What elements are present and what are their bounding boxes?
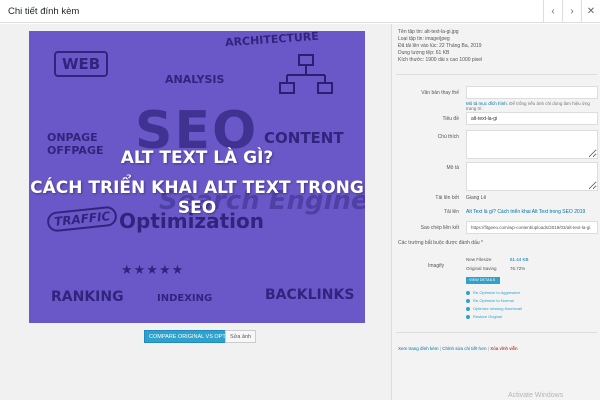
view-details-button[interactable]: VIEW DETAILS [466, 277, 500, 284]
option-dot-icon [466, 306, 470, 311]
bottom-actions: Xem trang đính kèm | Chỉnh sửa chi tiết … [398, 346, 517, 351]
uploaded-by-label: Tải lên bởi [435, 195, 459, 201]
option-dot-icon [466, 290, 470, 295]
doodle-architecture: ARCHITECTURE [224, 31, 320, 50]
description-label: Mô tả [446, 165, 459, 171]
alt-text-help: Mô tả mục đích hình. Để trống nếu ảnh ch… [466, 101, 600, 111]
architecture-diagram-doodle [279, 54, 333, 94]
original-saving-value: 76.72% [510, 266, 526, 271]
doodle-stars: ★★★★★ [121, 263, 185, 278]
restore-original-option[interactable]: Restore Original [466, 314, 502, 319]
alt-text-label: Văn bản thay thế [421, 90, 459, 96]
doodle-analysis: ANALYSIS [165, 73, 225, 86]
modal-title: Chi tiết đính kèm [8, 5, 80, 17]
copy-link-input[interactable] [466, 221, 598, 234]
close-icon[interactable]: ✕ [581, 0, 600, 23]
doodle-ranking: RANKING [51, 289, 124, 305]
option-label: Optimize missing thumbnail [473, 306, 522, 311]
description-textarea[interactable] [466, 162, 598, 191]
new-filesize-label: New Filesize [466, 257, 492, 262]
divider [396, 74, 597, 75]
divider [396, 332, 597, 333]
separator: | [487, 346, 489, 351]
file-name: Tên tập tin: alt-text-la-gi.jpg [398, 29, 459, 35]
title-label: Tiêu đề [442, 116, 460, 122]
separator: | [439, 346, 441, 351]
option-dot-icon [466, 314, 470, 319]
required-note: Các trường bắt buộc được đánh dấu * [398, 240, 483, 246]
original-saving-label: Original Saving [466, 266, 497, 271]
doodle-content: CONTENT [264, 129, 344, 147]
file-type: Loại tập tin: image/jpeg [398, 36, 450, 42]
image-dimensions: Kích thước: 1900 dài x cao 1000 pixel [398, 57, 483, 63]
previous-arrow-icon[interactable]: ‹ [543, 0, 562, 23]
option-dot-icon [466, 298, 470, 303]
uploaded-to-label: Tải lên [443, 209, 459, 215]
option-label: Restore Original [473, 314, 502, 319]
uploaded-date: Đã tải lên vào lúc: 22 Tháng Ba, 2019 [398, 43, 482, 49]
alt-text-input[interactable] [466, 86, 598, 99]
copy-link-label: Sao chép liên kết [420, 225, 459, 231]
reoptimize-normal-option[interactable]: Re-Optimize to Normal [466, 298, 514, 303]
optimize-missing-thumbnail-option[interactable]: Optimize missing thumbnail [466, 306, 522, 311]
view-attachment-page-link[interactable]: Xem trang đính kèm [398, 346, 439, 351]
modal-header: Chi tiết đính kèm ‹ › ✕ [0, 0, 600, 23]
option-label: Re-Optimize to Normal [473, 298, 514, 303]
attachment-info-panel: Tên tập tin: alt-text-la-gi.jpg Loại tập… [391, 24, 600, 400]
doodle-backlinks: BACKLINKS [265, 287, 355, 303]
file-size: Dung lượng tệp: 61 KB [398, 50, 450, 56]
activate-windows-watermark: Activate Windows [508, 392, 564, 399]
reoptimize-aggressive-option[interactable]: Re-Optimize to Aggressive [466, 290, 520, 295]
image-headline-line1: ALT TEXT LÀ GÌ? [120, 148, 274, 168]
image-headline-line2: CÁCH TRIỂN KHAI ALT TEXT TRONG SEO [30, 178, 364, 218]
uploaded-by-value: Giang Lê [466, 195, 487, 201]
doodle-indexing: INDEXING [157, 293, 213, 304]
image-preview-panel: WEB ARCHITECTURE ANALYSIS SEO ONPAGE OFF… [0, 24, 391, 400]
next-arrow-icon[interactable]: › [562, 0, 581, 23]
new-filesize-value: 61.44 KB [510, 257, 529, 262]
doodle-onpage: ONPAGE [47, 131, 98, 144]
option-label: Re-Optimize to Aggressive [473, 290, 521, 295]
attachment-details-modal: Chi tiết đính kèm ‹ › ✕ WEB ARCHITECTURE… [0, 0, 600, 400]
edit-more-details-link[interactable]: Chỉnh sửa chi tiết hơn [442, 346, 486, 351]
uploaded-to-link[interactable]: Alt Text là gì? Cách triển khai Alt Text… [466, 209, 585, 215]
edit-image-button[interactable]: Sửa ảnh [225, 330, 257, 343]
preview-image: WEB ARCHITECTURE ANALYSIS SEO ONPAGE OFF… [29, 31, 365, 323]
imagify-label: Imagify [428, 263, 445, 269]
caption-textarea[interactable] [466, 130, 598, 159]
doodle-web: WEB [54, 51, 109, 77]
delete-permanently-link[interactable]: Xóa vĩnh viễn [490, 346, 517, 351]
title-input[interactable] [466, 112, 598, 125]
caption-label: Chú thích [437, 134, 459, 140]
